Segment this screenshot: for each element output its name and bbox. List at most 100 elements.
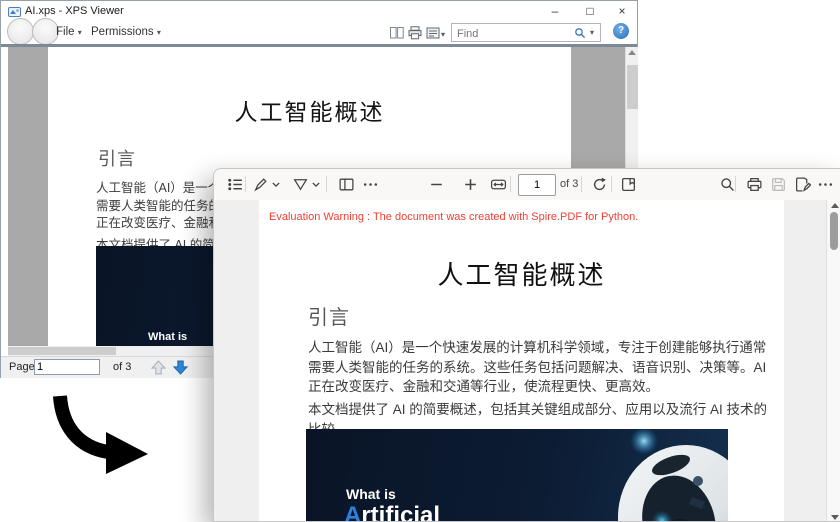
pen-icon bbox=[254, 178, 267, 192]
screenshot-stage: AI.xps - XPS Viewer – □ × File ▾ Permiss… bbox=[0, 0, 840, 522]
toolbar-divider bbox=[611, 176, 612, 192]
page-view-icon bbox=[622, 178, 635, 191]
banner-rest: rtificial bbox=[361, 502, 441, 522]
up-arrow-icon bbox=[151, 360, 166, 375]
page-number-input[interactable] bbox=[34, 359, 100, 375]
zoom-in-button[interactable] bbox=[462, 176, 479, 193]
fit-to-width-button[interactable] bbox=[490, 176, 507, 193]
save-icon bbox=[772, 178, 785, 191]
banner-image: What is Artificial bbox=[306, 429, 728, 522]
pdf-content-area: Evaluation Warning : The document was cr… bbox=[214, 200, 840, 522]
page-layout-button[interactable] bbox=[338, 176, 355, 193]
h-scroll-thumb[interactable] bbox=[8, 347, 116, 355]
printer-icon bbox=[408, 26, 422, 40]
help-button[interactable]: ? bbox=[613, 23, 629, 39]
next-page-button[interactable] bbox=[173, 360, 188, 375]
highlight-pen-button[interactable] bbox=[252, 176, 269, 193]
chevron-down-icon bbox=[312, 182, 320, 187]
save-as-button[interactable] bbox=[794, 176, 811, 193]
draw-tool-icon bbox=[293, 179, 308, 191]
search-button[interactable] bbox=[719, 176, 736, 193]
rotate-icon bbox=[593, 177, 606, 191]
paragraph: 人工智能（AI）是一个快速发展的计算机科学领域，专注于创建能够执行通常需要人类智… bbox=[308, 340, 767, 394]
question-icon: ? bbox=[617, 25, 625, 36]
find-options-chevron[interactable]: ▾ bbox=[590, 28, 594, 37]
more-options-button[interactable] bbox=[817, 176, 834, 193]
file-menu[interactable]: File ▾ bbox=[56, 26, 82, 38]
xps-titlebar: AI.xps - XPS Viewer – □ × bbox=[1, 1, 637, 22]
page-count-label: of 3 bbox=[113, 361, 132, 373]
ellipsis-icon bbox=[818, 183, 833, 186]
pdf-page-count: of 3 bbox=[560, 178, 579, 190]
zoom-out-button[interactable] bbox=[428, 176, 445, 193]
find-input[interactable] bbox=[455, 25, 567, 42]
save-button-disabled[interactable] bbox=[770, 176, 787, 193]
scroll-up-icon[interactable] bbox=[628, 50, 636, 55]
print-button[interactable] bbox=[407, 25, 423, 41]
toolbar-divider bbox=[735, 176, 736, 192]
toc-icon bbox=[228, 178, 242, 191]
search-icon[interactable] bbox=[574, 27, 586, 39]
pdf-viewer-window: of 3 bbox=[213, 168, 840, 522]
permissions-menu[interactable]: Permissions ▾ bbox=[91, 26, 161, 38]
pdf-page-input[interactable] bbox=[518, 174, 556, 196]
draw-tool-button[interactable] bbox=[292, 176, 309, 193]
rotate-button[interactable] bbox=[591, 176, 608, 193]
toolbar-divider bbox=[326, 176, 327, 192]
back-button[interactable] bbox=[7, 18, 34, 45]
evaluation-warning: Evaluation Warning : The document was cr… bbox=[269, 211, 639, 223]
previous-page-button[interactable] bbox=[151, 360, 166, 375]
search-icon bbox=[721, 178, 734, 191]
two-page-icon bbox=[390, 27, 404, 39]
section-heading: 引言 bbox=[98, 149, 136, 169]
document-title: 人工智能概述 bbox=[437, 260, 606, 290]
scroll-thumb[interactable] bbox=[830, 212, 838, 250]
save-edit-icon bbox=[796, 177, 811, 192]
ellipsis-icon bbox=[363, 183, 378, 186]
xps-toolbar: File ▾ Permissions ▾ ▾ Find ▾ ? bbox=[1, 18, 637, 46]
banner-line1: What is bbox=[148, 331, 188, 343]
robot-illustration bbox=[618, 429, 728, 521]
stamp-icon bbox=[426, 27, 440, 39]
two-page-view-button[interactable] bbox=[389, 25, 405, 41]
toolbar-divider bbox=[581, 176, 582, 192]
document-title: 人工智能概述 bbox=[234, 99, 385, 125]
chevron-down-icon: ▾ bbox=[441, 30, 446, 39]
section-heading: 引言 bbox=[308, 307, 350, 329]
page-layout-icon bbox=[339, 178, 354, 191]
scroll-down-icon[interactable] bbox=[831, 515, 839, 520]
banner-accent-letter: A bbox=[344, 502, 362, 522]
close-button[interactable]: × bbox=[607, 1, 637, 21]
toolbar-divider bbox=[510, 176, 511, 192]
printer-icon bbox=[747, 178, 762, 191]
curved-arrow-annotation bbox=[53, 395, 148, 474]
banner-line2: Artificial bbox=[344, 502, 441, 522]
minimize-button[interactable]: – bbox=[540, 1, 570, 21]
file-menu-label: File bbox=[56, 26, 75, 38]
chevron-down-icon bbox=[272, 182, 280, 187]
forward-button[interactable] bbox=[32, 18, 59, 45]
page-label: Page bbox=[9, 361, 35, 373]
pdf-print-button[interactable] bbox=[746, 176, 763, 193]
more-tools-button[interactable] bbox=[362, 176, 379, 193]
plus-icon bbox=[465, 179, 476, 190]
scroll-thumb[interactable] bbox=[627, 65, 638, 109]
window-title: AI.xps - XPS Viewer bbox=[25, 5, 124, 17]
table-of-contents-button[interactable] bbox=[227, 176, 244, 193]
page-view-button[interactable] bbox=[620, 176, 637, 193]
maximize-button[interactable]: □ bbox=[575, 1, 605, 21]
draw-options-chevron[interactable] bbox=[311, 176, 321, 193]
banner-line1: What is bbox=[346, 486, 396, 502]
chevron-down-icon: ▾ bbox=[156, 28, 161, 37]
scroll-up-icon[interactable] bbox=[831, 203, 839, 208]
fit-width-icon bbox=[490, 179, 507, 190]
find-box: ▾ bbox=[451, 23, 601, 42]
down-arrow-icon bbox=[173, 360, 188, 375]
permissions-menu-label: Permissions bbox=[91, 26, 154, 38]
chevron-down-icon: ▾ bbox=[77, 28, 82, 37]
signature-permissions-button[interactable]: ▾ bbox=[425, 25, 445, 46]
pdf-toolbar: of 3 bbox=[214, 169, 840, 201]
pdf-vertical-scrollbar[interactable] bbox=[826, 200, 840, 521]
pen-options-chevron[interactable] bbox=[271, 176, 281, 193]
xps-app-icon bbox=[8, 7, 21, 17]
